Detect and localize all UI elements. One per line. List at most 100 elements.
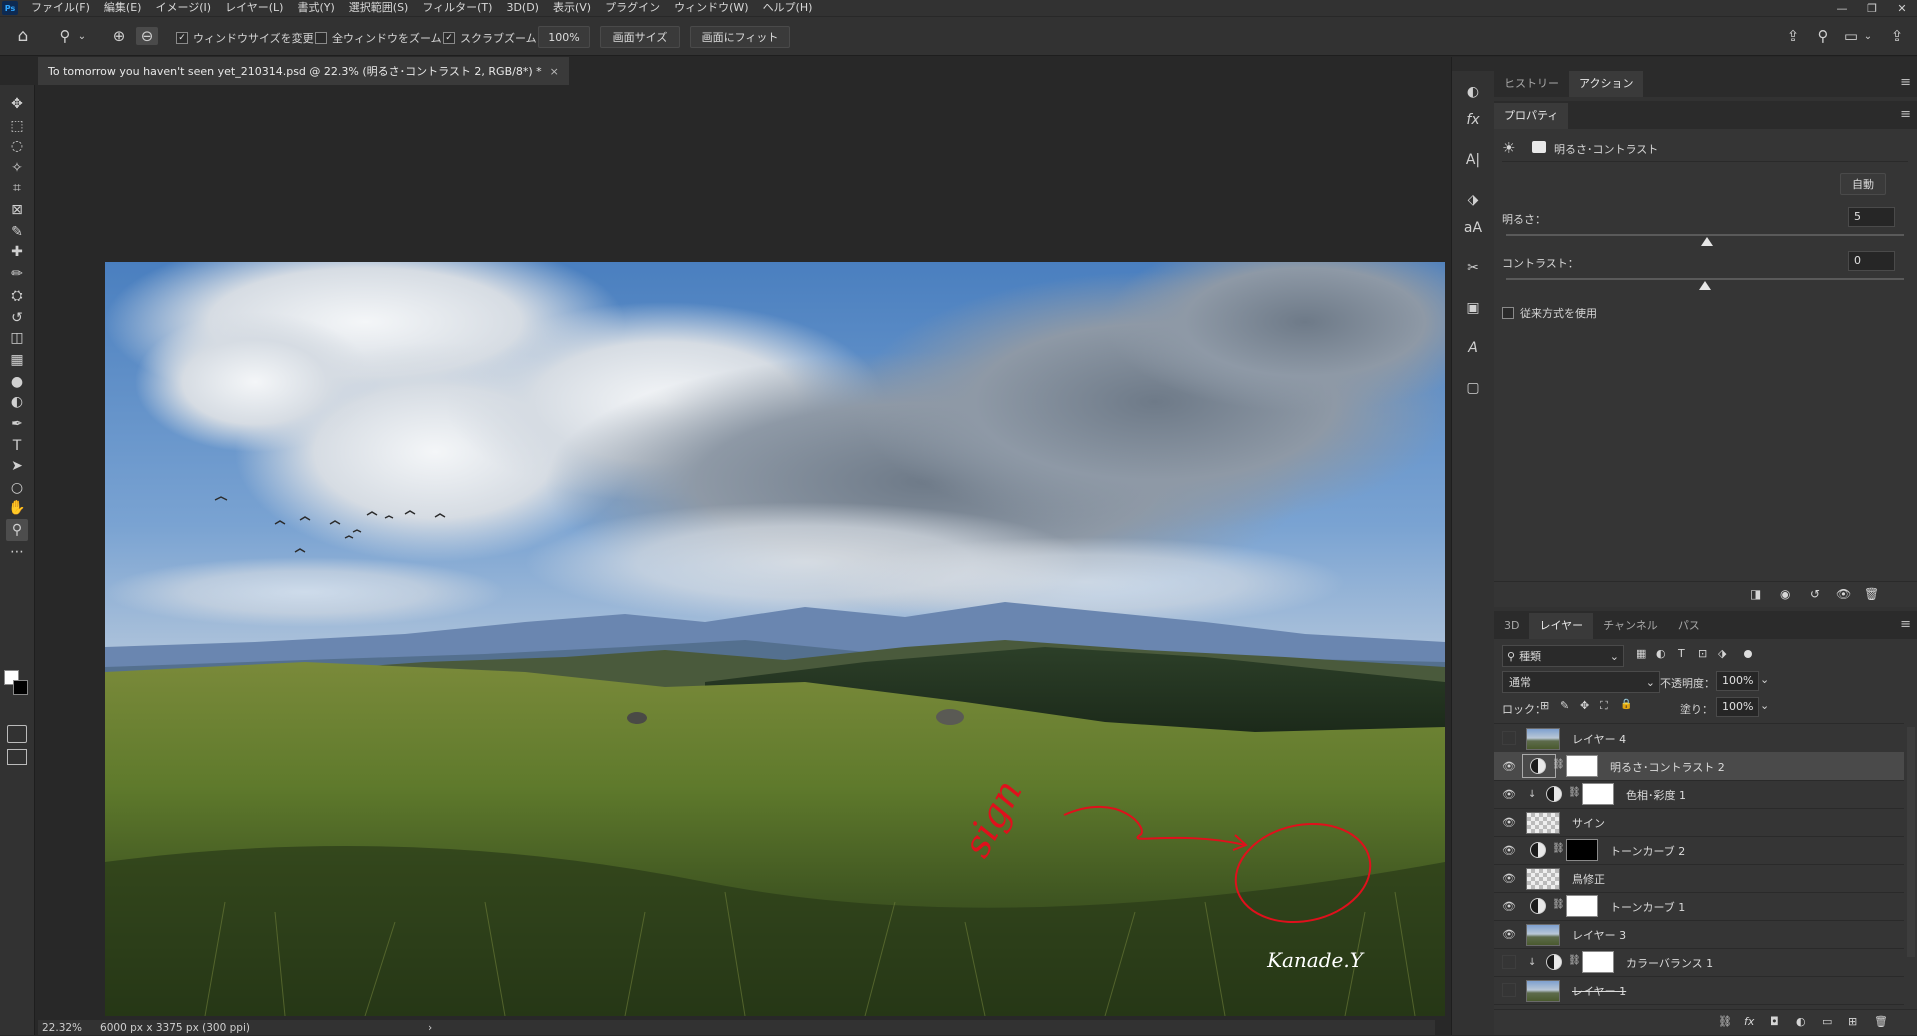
hand-icon[interactable]: ✋ [6,497,28,519]
new-layer-icon[interactable]: ⊞ [1848,1015,1857,1028]
contrast-slider-track[interactable] [1506,278,1904,280]
reset-icon[interactable]: ↺ [1810,587,1820,601]
menu-edit[interactable]: 編集(E) [97,0,149,16]
share-icon[interactable]: ⇪ [1782,27,1804,45]
view-previous-icon[interactable]: ◉ [1780,587,1790,601]
chevron-down-icon[interactable]: ⌄ [1862,27,1874,45]
menu-select[interactable]: 選択範囲(S) [342,0,416,16]
menu-plugins[interactable]: プラグイン [598,0,667,16]
paragraph-styles-icon[interactable]: aA [1462,217,1484,239]
auto-button[interactable]: 自動 [1840,173,1886,195]
zoom-in-icon[interactable]: ⊕ [108,27,130,45]
blend-mode-select[interactable]: 通常 ⌄ [1502,671,1660,693]
menu-image[interactable]: イメージ(I) [148,0,218,16]
layer-style-fx-icon[interactable]: fx [1744,1015,1754,1028]
history-brush-icon[interactable]: ↺ [6,307,28,329]
stamp-icon[interactable]: ⛭ [6,285,28,307]
frame-icon[interactable]: ⊠ [6,199,28,221]
layer-row[interactable]: 👁 サイン [1494,808,1904,837]
magic-wand-icon[interactable]: ✧ [6,157,28,179]
lock-image-icon[interactable]: ✎ [1560,699,1569,712]
eye-icon[interactable]: 👁 [1502,787,1516,801]
home-icon[interactable]: ⌂ [12,26,34,46]
eye-icon[interactable]: 👁 [1502,927,1516,941]
opacity-input[interactable]: 100% [1716,671,1759,691]
link-layers-icon[interactable]: ⛓ [1718,1015,1732,1028]
eye-icon[interactable]: 👁 [1502,815,1516,829]
add-mask-icon[interactable]: ◘ [1770,1015,1779,1028]
background-color-swatch[interactable] [13,680,28,695]
tab-paths[interactable]: パス [1668,613,1710,639]
hidden-eye-box-icon[interactable] [1502,731,1516,745]
status-arrow-icon[interactable]: › [428,1022,432,1034]
menu-file[interactable]: ファイル(F) [24,0,97,16]
hidden-eye-box-icon[interactable] [1502,955,1516,969]
layer-mask-thumbnail[interactable] [1582,783,1614,805]
layer-row[interactable]: 👁 レイヤー 3 [1494,920,1904,949]
libraries-icon[interactable]: ⬗ [1462,189,1484,211]
chain-link-icon[interactable]: ⛓ [1568,955,1581,966]
hidden-eye-box-icon[interactable] [1502,983,1516,997]
layer-row[interactable]: レイヤー 1 [1494,976,1904,1005]
menu-help[interactable]: ヘルプ(H) [756,0,820,16]
filter-toggle-icon[interactable] [1744,650,1752,658]
zoom-level[interactable]: 22.32% [42,1022,82,1034]
adjustments-icon[interactable]: ◐ [1462,81,1484,103]
menu-type[interactable]: 書式(Y) [290,0,341,16]
filter-type-icon[interactable]: T [1678,647,1685,660]
search-icon[interactable]: ⚲ [1812,27,1834,45]
lasso-icon[interactable]: ◌ [6,135,28,157]
menu-filter[interactable]: フィルター(T) [415,0,499,16]
dodge-icon[interactable]: ◐ [6,391,28,413]
zoom-tool-icon[interactable]: ⚲ [6,519,28,541]
panel-menu-icon[interactable]: ≡ [1900,107,1911,122]
fit-screen-size-button[interactable]: 画面サイズ [600,26,680,48]
layer-row[interactable]: ↓ ⛓ カラーバランス 1 [1494,948,1904,977]
healing-icon[interactable]: ✚ [6,241,28,263]
clone-source-icon[interactable]: ▣ [1462,297,1484,319]
canvas-area[interactable]: Kanade.Y [38,85,1445,1020]
chain-link-icon[interactable]: ⛓ [1552,759,1565,770]
zoom-all-windows-checkbox[interactable]: 全ウィンドウをズーム [315,30,442,46]
new-group-icon[interactable]: ▭ [1822,1015,1832,1028]
layer-row[interactable]: 背景 のコピー 3 [1494,1004,1904,1008]
eraser-icon[interactable]: ◫ [6,327,28,349]
lock-transparent-icon[interactable]: ⊞ [1540,699,1549,712]
new-adjustment-icon[interactable]: ◐ [1796,1015,1806,1028]
panel-menu-icon[interactable]: ≡ [1900,617,1911,632]
fill-input[interactable]: 100% [1716,697,1759,717]
photo-canvas[interactable]: Kanade.Y [105,262,1445,1016]
chevron-down-icon[interactable]: ⌄ [1760,699,1769,712]
layer-mask-thumbnail[interactable] [1566,895,1598,917]
chevron-down-icon[interactable]: ⌄ [1760,673,1769,686]
filter-adjust-icon[interactable]: ◐ [1656,647,1666,660]
close-window-icon[interactable]: ✕ [1887,0,1917,16]
eyedropper-icon[interactable]: ✎ [6,221,28,243]
brightness-slider-thumb[interactable] [1700,237,1713,246]
gradient-icon[interactable]: ▦ [6,349,28,371]
filter-smart-object-icon[interactable]: ⬗ [1718,647,1726,660]
tab-channels[interactable]: チャンネル [1593,613,1668,639]
minimize-icon[interactable]: — [1827,0,1857,16]
tab-properties[interactable]: プロパティ [1494,103,1569,129]
filter-pixel-icon[interactable]: ▦ [1636,647,1646,660]
menu-3d[interactable]: 3D(D) [499,0,546,16]
layer-mask-thumbnail[interactable] [1582,951,1614,973]
swatches-icon[interactable]: ▢ [1462,377,1484,399]
shape-icon[interactable]: ○ [6,477,28,499]
zoom-100-button[interactable]: 100% [538,26,590,48]
marquee-icon[interactable]: ⬚ [6,115,28,137]
use-legacy-checkbox[interactable]: 従来方式を使用 [1502,305,1597,321]
zoom-out-icon[interactable]: ⊖ [136,27,158,45]
blur-icon[interactable]: ● [6,371,28,393]
layer-row[interactable]: 👁 ↓ ⛓ 色相･彩度 1 [1494,780,1904,809]
layers-scrollbar[interactable] [1907,727,1915,957]
eye-icon[interactable]: 👁 [1502,871,1516,885]
crop-icon[interactable]: ⌗ [6,177,28,199]
layer-row[interactable]: レイヤー 4 [1494,724,1904,753]
contrast-input[interactable]: 0 [1848,251,1895,271]
pen-icon[interactable]: ✒ [6,413,28,435]
character-icon[interactable]: A| [1462,149,1484,171]
path-select-icon[interactable]: ➤ [6,455,28,477]
chain-link-icon[interactable]: ⛓ [1552,899,1565,910]
